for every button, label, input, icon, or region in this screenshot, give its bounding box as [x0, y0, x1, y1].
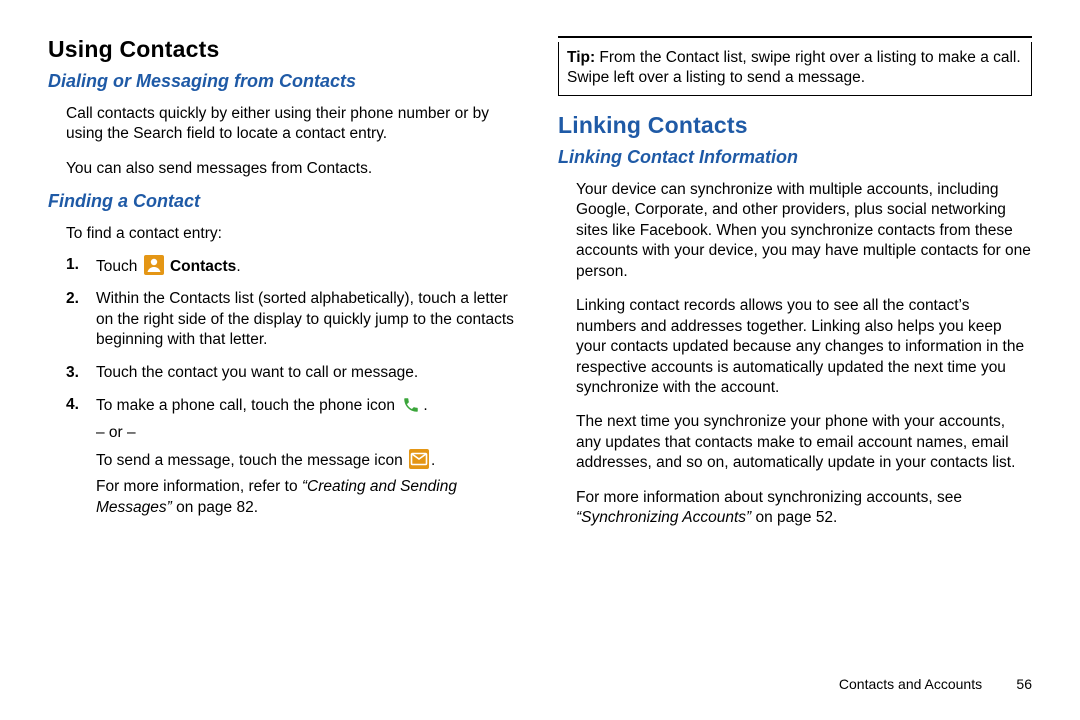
- reference-title: “Synchronizing Accounts”: [576, 509, 751, 526]
- cross-reference: For more information about synchronizing…: [576, 488, 1032, 529]
- subheading-linking-info: Linking Contact Information: [558, 147, 1032, 168]
- paragraph: Call contacts quickly by either using th…: [66, 104, 522, 145]
- heading-using-contacts: Using Contacts: [48, 36, 522, 63]
- or-divider: – or –: [96, 423, 522, 443]
- step-text: Touch: [96, 258, 142, 275]
- message-icon: [409, 449, 429, 469]
- left-column: Using Contacts Dialing or Messaging from…: [48, 36, 522, 692]
- paragraph: To find a contact entry:: [66, 224, 522, 244]
- manual-page: Using Contacts Dialing or Messaging from…: [0, 0, 1080, 720]
- text: For more information, refer to: [96, 478, 302, 495]
- paragraph: Linking contact records allows you to se…: [576, 296, 1032, 398]
- subheading-dialing-messaging: Dialing or Messaging from Contacts: [48, 71, 522, 92]
- period: .: [431, 452, 435, 469]
- tip-box: Tip: From the Contact list, swipe right …: [558, 42, 1032, 96]
- tip-label: Tip:: [567, 49, 595, 66]
- page-footer: Contacts and Accounts 56: [558, 668, 1032, 692]
- steps-list: Touch Contacts. Within the Contacts list…: [66, 255, 522, 531]
- contacts-icon: [144, 255, 164, 275]
- contacts-label: Contacts: [170, 258, 236, 275]
- step-text: To make a phone call, touch the phone ic…: [96, 397, 399, 414]
- tip-text: From the Contact list, swipe right over …: [567, 49, 1021, 86]
- period: .: [236, 258, 240, 275]
- period: .: [423, 397, 427, 414]
- footer-section-name: Contacts and Accounts: [839, 676, 982, 692]
- paragraph: Your device can synchronize with multipl…: [576, 180, 1032, 282]
- subheading-finding-contact: Finding a Contact: [48, 191, 522, 212]
- step-text: To send a message, touch the message ico…: [96, 449, 522, 471]
- footer-page-number: 56: [1004, 676, 1032, 692]
- paragraph: You can also send messages from Contacts…: [66, 159, 522, 179]
- text: For more information about synchronizing…: [576, 489, 962, 506]
- text: on page 82.: [172, 499, 258, 516]
- heading-linking-contacts: Linking Contacts: [558, 112, 1032, 139]
- paragraph: The next time you synchronize your phone…: [576, 412, 1032, 473]
- phone-icon: [401, 395, 421, 415]
- step-1: Touch Contacts.: [66, 255, 522, 277]
- step-4: To make a phone call, touch the phone ic…: [66, 395, 522, 518]
- right-column: Tip: From the Contact list, swipe right …: [558, 36, 1032, 692]
- text: To send a message, touch the message ico…: [96, 452, 407, 469]
- step-3: Touch the contact you want to call or me…: [66, 363, 522, 383]
- text: on page 52.: [751, 509, 837, 526]
- cross-reference: For more information, refer to “Creating…: [96, 477, 522, 518]
- step-2: Within the Contacts list (sorted alphabe…: [66, 289, 522, 350]
